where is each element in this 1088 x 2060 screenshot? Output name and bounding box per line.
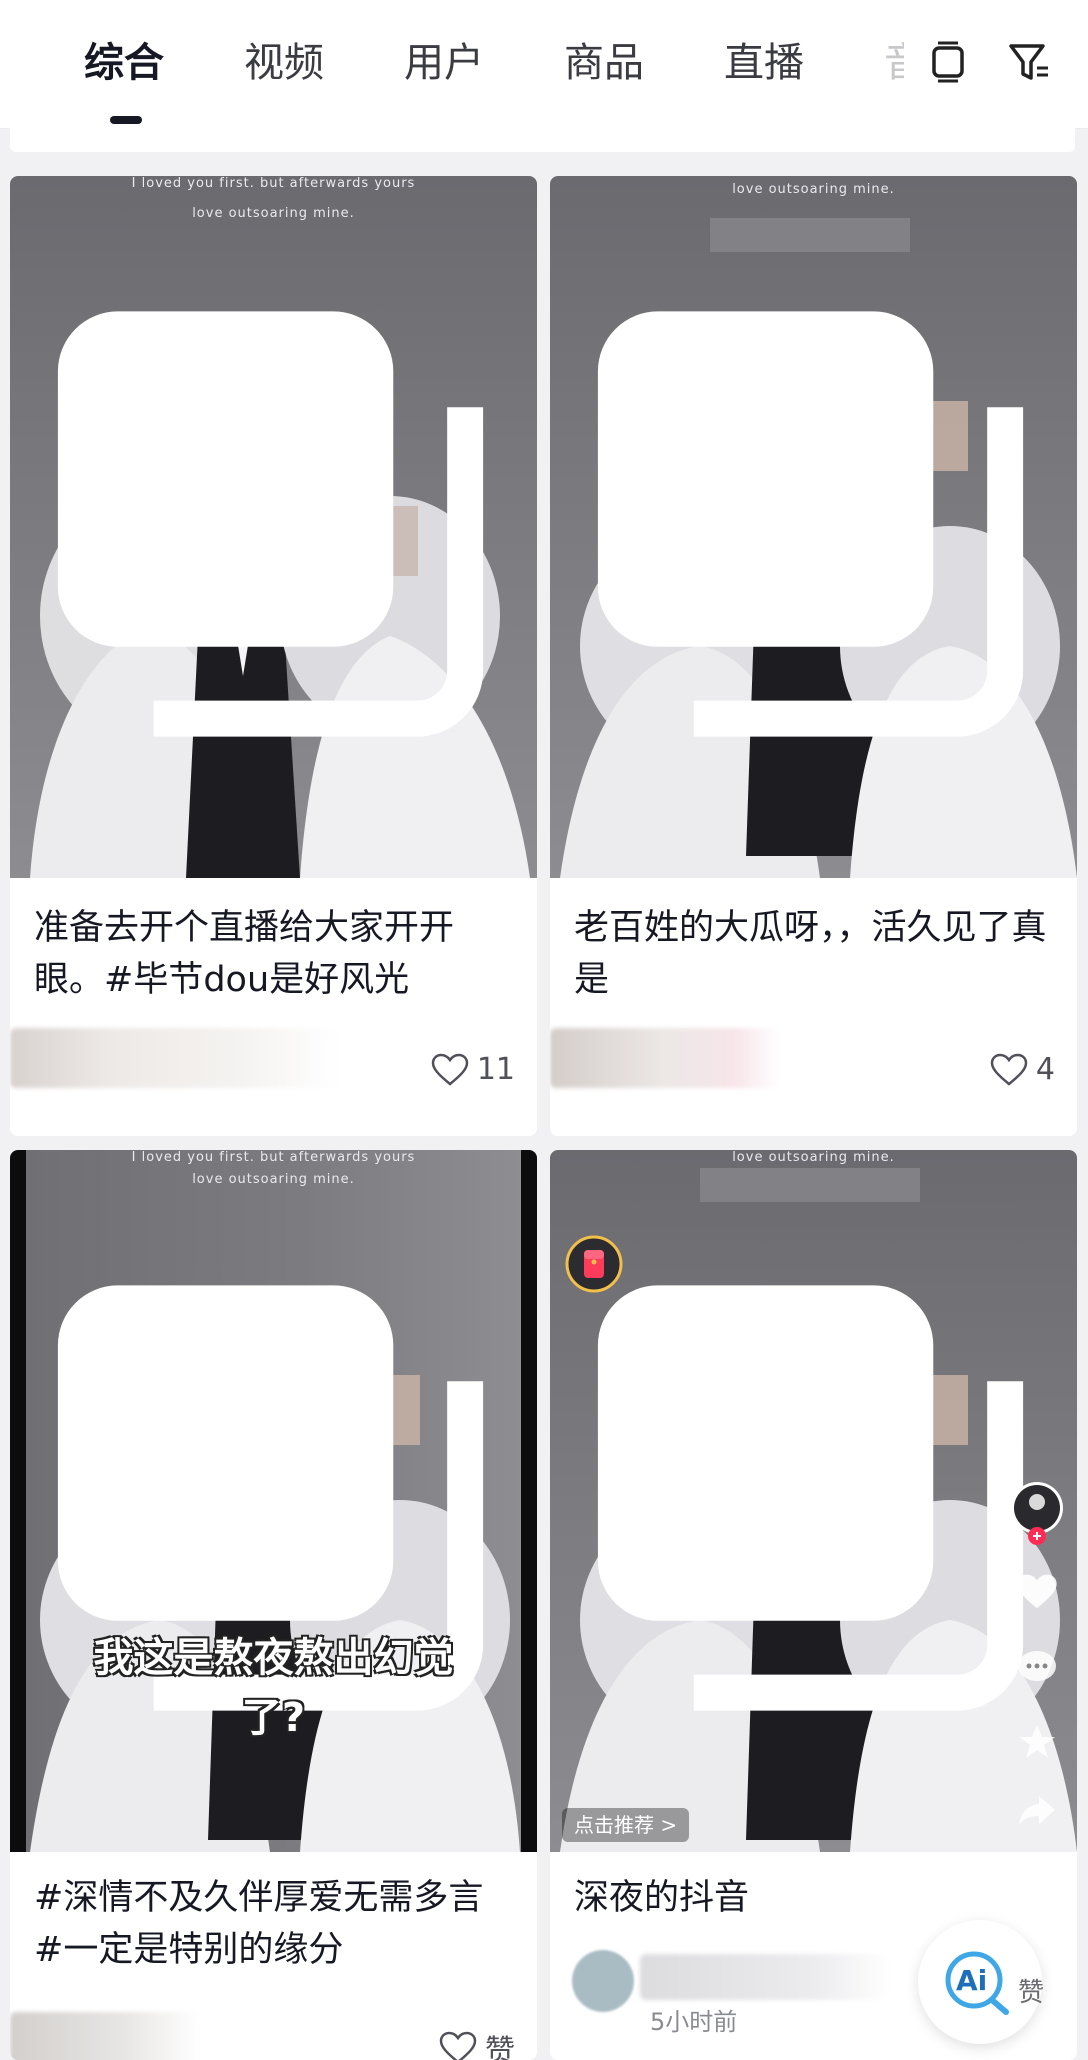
layout-toggle-icon[interactable]	[924, 38, 972, 86]
tab-users[interactable]: 用户	[404, 36, 484, 90]
video-caption[interactable]: 深夜的抖音	[574, 1872, 1053, 1924]
heart-icon	[431, 1053, 469, 1086]
search-tab-bar: 综合 视频 用户 商品 直播 音	[0, 0, 1088, 129]
red-packet-icon[interactable]	[564, 1234, 624, 1294]
ai-label: Ai	[956, 1964, 988, 1997]
comment-icon[interactable]	[1015, 1648, 1059, 1688]
favorite-star-icon[interactable]	[1017, 1722, 1057, 1762]
video-card[interactable]: I loved you first. but afterwards yours …	[10, 1150, 537, 2060]
filter-icon[interactable]	[1006, 38, 1054, 86]
video-caption[interactable]: 老百姓的大瓜呀，，活久见了真是	[574, 902, 1053, 1006]
recommend-chip[interactable]: 点击推荐 >	[562, 1808, 690, 1842]
tab-music-partial[interactable]: 音	[884, 36, 904, 90]
share-icon[interactable]	[1017, 1792, 1057, 1828]
post-time: 5小时前	[650, 2008, 738, 2036]
author-avatar-name[interactable]	[550, 1028, 780, 1088]
video-cover[interactable]: love outsoaring mine.	[550, 1150, 1077, 1852]
multi-image-icon	[597, 311, 1024, 737]
author-avatar[interactable]	[572, 1950, 634, 2012]
video-caption[interactable]: 准备去开个直播给大家开开眼。#毕节dou是好风光	[34, 902, 513, 1006]
tab-general[interactable]: 综合	[84, 36, 164, 90]
tab-video[interactable]: 视频	[244, 36, 324, 90]
like-count-box[interactable]: 赞	[439, 2026, 515, 2060]
tab-live[interactable]: 直播	[724, 36, 804, 90]
ai-side-label: 赞	[1018, 1978, 1045, 2008]
multi-image-icon	[57, 311, 484, 737]
video-cover[interactable]: I loved you first. but afterwards yours …	[10, 1150, 537, 1852]
like-count: 11	[476, 1052, 515, 1087]
author-avatar-name[interactable]	[10, 1028, 340, 1088]
author-avatar-name[interactable]	[10, 2012, 200, 2060]
video-overlay-subtitle-line1: 我这是熬夜熬出幻觉	[93, 1635, 454, 1681]
heart-icon	[990, 1053, 1028, 1086]
tab-products[interactable]: 商品	[564, 36, 644, 90]
video-overlay-subtitle-line2: 了?	[241, 1695, 306, 1741]
like-count: 赞	[485, 2034, 515, 2060]
video-card[interactable]: love outsoaring mine. 老百姓的大瓜呀，，活久见了真是 4	[550, 176, 1077, 1136]
like-count: 4	[1035, 1052, 1055, 1087]
author-name[interactable]	[640, 1954, 890, 2000]
previous-row-edge	[10, 128, 1075, 152]
heart-icon	[439, 2031, 477, 2060]
creator-avatar[interactable]	[1009, 1480, 1065, 1550]
video-card[interactable]: I loved you first. but afterwards yours …	[10, 176, 537, 1136]
video-cover[interactable]: love outsoaring mine.	[550, 176, 1077, 878]
like-count-box[interactable]: 11	[431, 1052, 515, 1087]
like-count-box[interactable]: 4	[990, 1052, 1055, 1087]
side-actions	[1009, 1480, 1065, 1840]
active-tab-indicator	[110, 116, 142, 124]
multi-image-icon	[597, 1285, 1024, 1711]
video-cover[interactable]: I loved you first. but afterwards yours …	[10, 176, 537, 878]
like-heart-icon[interactable]	[1015, 1572, 1059, 1612]
video-caption[interactable]: #深情不及久伴厚爱无需多言 #一定是特别的缘分	[34, 1872, 513, 1976]
